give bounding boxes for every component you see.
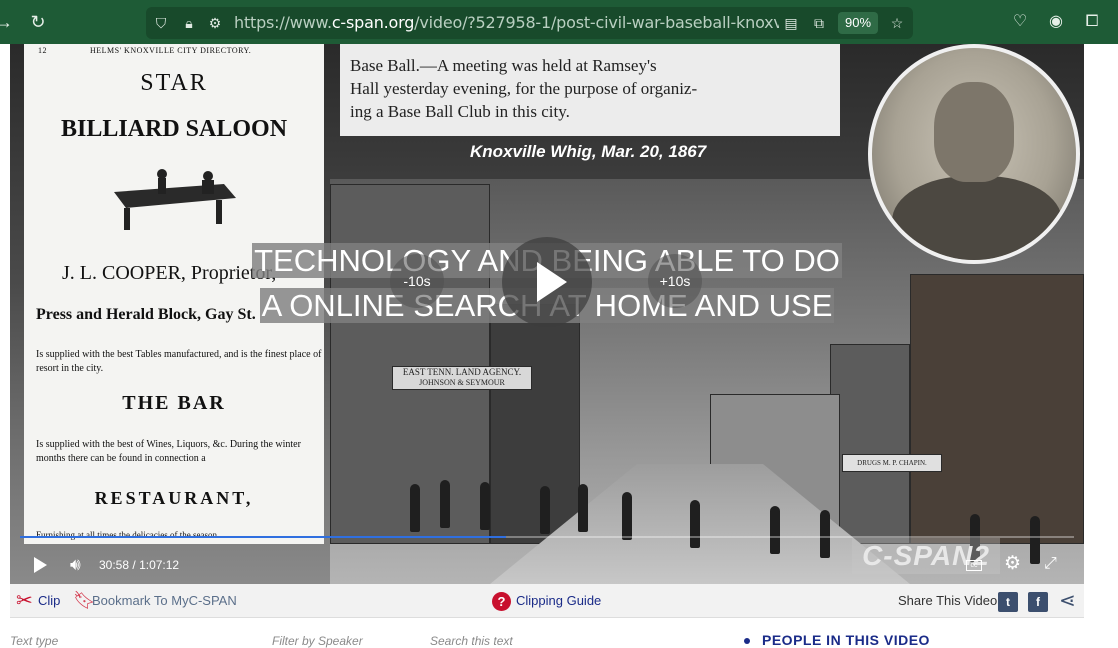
billiard-table-illustration <box>114 169 236 230</box>
portrait-photo <box>868 44 1080 264</box>
url-text[interactable]: https://www.c-span.org/video/?527958-1/p… <box>234 14 779 32</box>
scissors-icon[interactable]: ✂ <box>16 591 33 611</box>
video-player[interactable]: EAST TENN. LAND AGENCY. JOHNSON & SEYMOU… <box>10 44 1084 584</box>
ad-restaurant: RESTAURANT, <box>94 488 254 508</box>
facebook-icon[interactable]: f <box>1028 592 1048 612</box>
person-figure <box>622 492 632 540</box>
person-figure <box>1030 516 1040 564</box>
lock-icon[interactable]: 🔒︎ <box>180 14 198 32</box>
play-icon[interactable] <box>502 237 592 327</box>
text-type-filter[interactable]: Text type <box>10 634 58 648</box>
sign-tenn-land: EAST TENN. LAND AGENCY. JOHNSON & SEYMOU… <box>392 366 532 390</box>
person-figure <box>820 510 830 558</box>
bookmark-button[interactable]: Bookmark To MyC-SPAN <box>92 593 237 609</box>
zoom-level-badge[interactable]: 90% <box>838 12 878 34</box>
ad-star: STAR <box>140 70 208 96</box>
people-in-video-heading: PEOPLE IN THIS VIDEO <box>744 632 930 648</box>
ad-saloon: BILLIARD SALOON <box>60 116 288 142</box>
twitter-icon[interactable]: t <box>998 592 1018 612</box>
building <box>830 344 910 544</box>
gear-icon[interactable]: ⚙ <box>1004 554 1021 574</box>
skip-back-button[interactable]: -10s <box>390 254 444 308</box>
forward-icon[interactable]: → <box>0 12 14 32</box>
picture-in-picture-icon[interactable]: ⧉ <box>810 14 828 32</box>
ad-text: Is supplied with the best of Wines, Liqu… <box>36 439 301 464</box>
play-icon[interactable] <box>34 557 47 573</box>
search-text-input[interactable]: Search this text <box>430 634 513 648</box>
browser-toolbar: → ↻ ⛉ 🔒︎ ⚙︎ https://www.c-span.org/video… <box>0 0 1118 44</box>
video-action-bar: ✂ Clip 🔖︎ Bookmark To MyC-SPAN ? Clippin… <box>10 584 1084 618</box>
share-icon[interactable]: ⋖ <box>1059 590 1076 612</box>
time-display: 30:58 / 1:07:12 <box>99 558 180 572</box>
ad-text: Furnishing at all times the delicacies o… <box>36 530 220 540</box>
permissions-icon[interactable]: ⚙︎ <box>206 14 224 32</box>
address-bar[interactable]: ⛉ 🔒︎ ⚙︎ https://www.c-span.org/video/?52… <box>146 7 913 39</box>
person-figure <box>578 484 588 532</box>
speaker-filter-input[interactable]: Filter by Speaker <box>272 634 363 648</box>
person-figure <box>410 484 420 532</box>
reader-view-icon[interactable]: ▤ <box>782 14 800 32</box>
ad-text: Is supplied with the best Tables manufac… <box>36 349 322 374</box>
share-label: Share This Video <box>898 593 998 608</box>
fullscreen-icon[interactable]: ⤢ <box>1044 554 1057 574</box>
bookmark-star-icon[interactable]: ☆ <box>888 14 906 32</box>
clip-button[interactable]: Clip <box>38 593 60 609</box>
person-figure <box>540 486 550 534</box>
pocket-icon[interactable]: ♡ <box>1010 12 1030 32</box>
shield-icon[interactable]: ⛉ <box>152 14 170 32</box>
account-icon[interactable]: ◉ <box>1046 12 1066 32</box>
help-icon[interactable]: ? <box>492 592 511 611</box>
person-figure <box>440 480 450 528</box>
clipping-caption: Knoxville Whig, Mar. 20, 1867 <box>470 142 707 161</box>
volume-icon[interactable]: 🔊︎ <box>70 556 81 574</box>
ad-bar: THE BAR <box>122 392 226 414</box>
reload-icon[interactable]: ↻ <box>28 12 48 32</box>
person-figure <box>690 500 700 548</box>
skip-forward-button[interactable]: +10s <box>648 254 702 308</box>
extensions-icon[interactable]: ⧠ <box>1082 12 1102 32</box>
clipping-guide-link[interactable]: Clipping Guide <box>516 593 601 609</box>
closed-captions-icon[interactable]: cc <box>966 560 982 571</box>
person-figure <box>770 506 780 554</box>
building <box>490 304 580 544</box>
person-figure <box>480 482 490 530</box>
progress-fill <box>20 536 506 538</box>
newspaper-clipping: Base Ball.—A meeting was held at Ramsey'… <box>340 44 840 136</box>
sign-chapin: DRUGS M. P. CHAPIN. <box>842 454 942 472</box>
